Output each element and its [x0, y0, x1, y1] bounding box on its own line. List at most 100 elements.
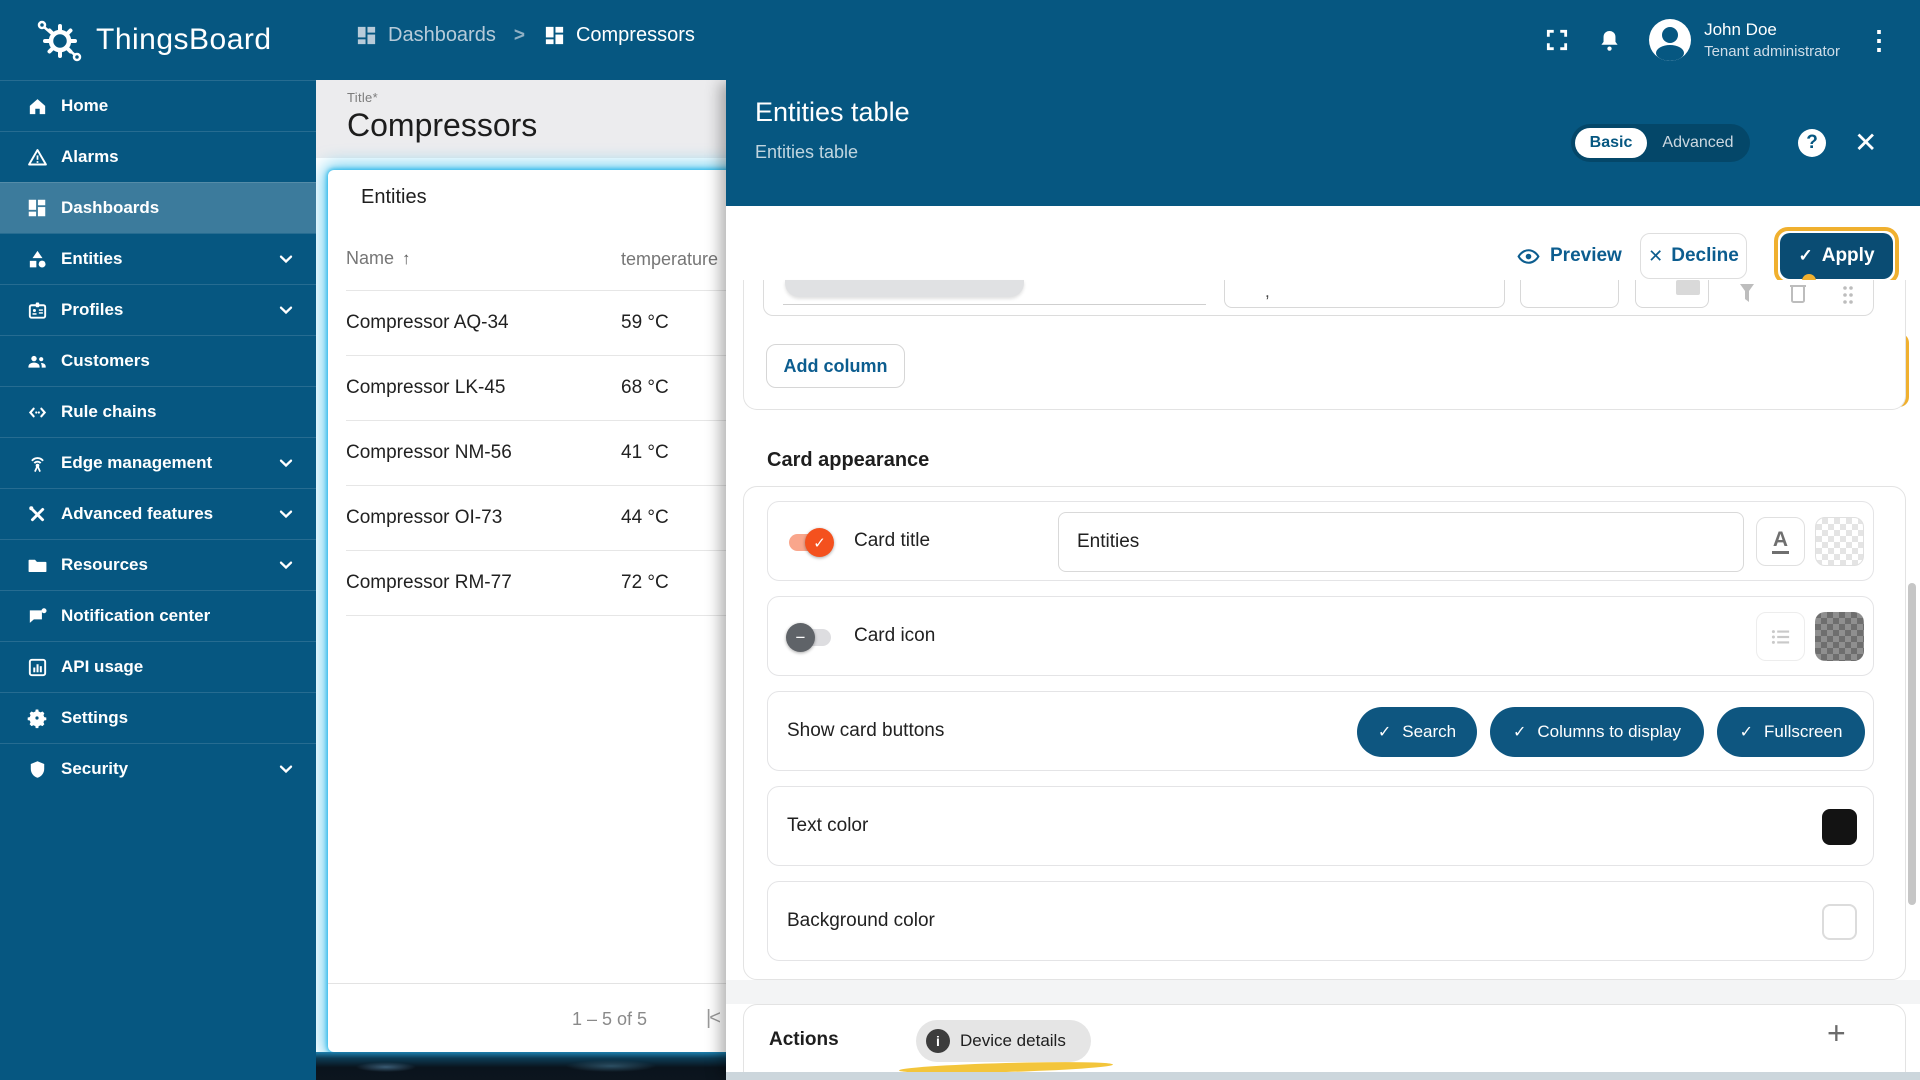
sidebar-item-rule-chains[interactable]: Rule chains — [0, 386, 316, 437]
kebab-menu-icon[interactable]: ⋮ — [1866, 27, 1892, 53]
chevron-down-icon — [279, 561, 293, 570]
top-bar: ThingsBoard Dashboards > Compressors Joh… — [0, 0, 1920, 80]
chip-fullscreen[interactable]: ✓ Fullscreen — [1717, 707, 1865, 757]
chevron-down-icon — [279, 510, 293, 519]
filter-icon[interactable] — [1736, 284, 1758, 310]
first-page-icon[interactable]: |< — [706, 1007, 721, 1030]
breadcrumb: Dashboards > Compressors — [355, 24, 695, 47]
table-row[interactable]: Compressor RM-77 72 °C — [328, 550, 726, 615]
close-icon[interactable]: ✕ — [1854, 126, 1877, 159]
apply-button[interactable]: ✓ Apply — [1780, 233, 1893, 279]
column-input-partial[interactable] — [1635, 280, 1709, 308]
delete-icon[interactable] — [1787, 284, 1809, 310]
minus-icon: − — [786, 623, 815, 652]
scrollbar-thumb[interactable] — [1908, 583, 1916, 905]
icon-color-button[interactable] — [1815, 612, 1864, 661]
sidebar-item-api-usage[interactable]: API usage — [0, 641, 316, 692]
settings-header: Entities table Entities table Basic Adva… — [726, 80, 1920, 206]
sidebar-item-alarms[interactable]: Alarms — [0, 131, 316, 182]
thingsboard-logo-icon — [37, 20, 82, 62]
table-pagination: 1 – 5 of 5 |< — [328, 983, 726, 1052]
title-color-button[interactable] — [1815, 517, 1864, 566]
settings-title: Entities table — [755, 97, 910, 127]
card-appearance-section: ✓ Card title A − Card icon Show card but… — [743, 486, 1906, 980]
settings-mode-toggle: Basic Advanced — [1571, 124, 1750, 162]
sidebar-item-entities[interactable]: Entities — [0, 233, 316, 284]
text-color-row: Text color — [767, 786, 1874, 866]
entities-table-widget[interactable]: Entities Name ↑ temperature Compressor AQ… — [328, 170, 726, 1052]
drag-handle-icon[interactable] — [1840, 284, 1856, 310]
mode-advanced-button[interactable]: Advanced — [1651, 128, 1745, 158]
home-icon — [25, 94, 49, 118]
font-settings-button[interactable]: A — [1756, 517, 1805, 566]
sidebar-item-settings[interactable]: Settings — [0, 692, 316, 743]
fullscreen-icon[interactable] — [1544, 27, 1570, 53]
device-details-chip[interactable]: i Device details — [916, 1020, 1091, 1062]
sidebar-item-resources[interactable]: Resources — [0, 539, 316, 590]
card-title-label: Card title — [854, 530, 931, 551]
help-icon[interactable]: ? — [1798, 129, 1826, 157]
list-icon — [1771, 629, 1789, 644]
text-color-swatch[interactable] — [1822, 809, 1857, 845]
antenna-icon — [25, 451, 49, 475]
check-icon: ✓ — [805, 528, 834, 557]
icon-picker-button[interactable] — [1756, 612, 1805, 661]
sidebar-item-customers[interactable]: Customers — [0, 335, 316, 386]
notifications-bell-icon[interactable] — [1596, 27, 1623, 54]
transparent-color-icon — [1815, 517, 1864, 566]
preview-button[interactable]: Preview — [1516, 233, 1622, 279]
app-logo[interactable]: ThingsBoard — [34, 14, 272, 66]
dashboards-icon — [25, 196, 49, 220]
info-icon: i — [926, 1029, 950, 1053]
table-row[interactable]: Compressor LK-45 68 °C — [328, 355, 726, 420]
decline-button[interactable]: ✕ Decline — [1640, 233, 1747, 279]
add-action-button[interactable]: + — [1827, 1015, 1846, 1052]
sidebar-item-edge-management[interactable]: Edge management — [0, 437, 316, 488]
chevron-down-icon — [279, 306, 293, 315]
card-icon-row: − Card icon — [767, 596, 1874, 676]
table-header-temperature[interactable]: temperature — [621, 249, 718, 270]
card-title-input[interactable] — [1058, 512, 1744, 572]
chart-box-icon — [25, 655, 49, 679]
show-card-buttons-label: Show card buttons — [787, 720, 945, 741]
check-icon: ✓ — [1377, 724, 1392, 741]
sidebar-item-profiles[interactable]: Profiles — [0, 284, 316, 335]
sidebar-item-dashboards[interactable]: Dashboards — [0, 182, 316, 233]
card-icon-label: Card icon — [854, 625, 936, 646]
column-input-partial[interactable]: , — [1224, 280, 1505, 308]
user-menu[interactable]: John Doe Tenant administrator — [1649, 19, 1840, 61]
topbar-actions: John Doe Tenant administrator ⋮ — [1544, 19, 1892, 61]
table-row[interactable]: Compressor OI-73 44 °C — [328, 485, 726, 550]
column-input-partial[interactable] — [1520, 280, 1619, 308]
breadcrumb-compressors[interactable]: Compressors — [576, 24, 695, 47]
breadcrumb-separator-icon: > — [513, 24, 525, 46]
card-title-toggle[interactable]: ✓ — [789, 528, 834, 557]
sidebar-item-advanced-features[interactable]: Advanced features — [0, 488, 316, 539]
table-row[interactable]: Compressor AQ-34 59 °C — [328, 290, 726, 355]
app-root: ThingsBoard Dashboards > Compressors Joh… — [0, 0, 1920, 1080]
dashboard-icon — [545, 26, 564, 45]
people-icon — [25, 349, 49, 373]
table-row[interactable]: Compressor NM-56 41 °C — [328, 420, 726, 485]
chip-search[interactable]: ✓ Search — [1357, 707, 1477, 757]
text-color-label: Text color — [787, 815, 869, 836]
dashboard-title-field[interactable]: Title* Compressors — [316, 80, 726, 158]
chevron-down-icon — [279, 765, 293, 774]
sidebar-item-home[interactable]: Home — [0, 80, 316, 131]
column-chip-partial — [785, 280, 1024, 297]
card-appearance-heading: Card appearance — [767, 449, 930, 471]
user-name: John Doe — [1704, 20, 1777, 39]
table-header-name[interactable]: Name ↑ — [346, 248, 411, 269]
add-column-button[interactable]: Add column — [766, 344, 905, 388]
card-icon-toggle[interactable]: − — [786, 623, 831, 652]
mode-basic-button[interactable]: Basic — [1575, 128, 1647, 158]
chip-columns-to-display[interactable]: ✓ Columns to display — [1490, 707, 1704, 757]
settings-subtitle: Entities table — [755, 142, 859, 162]
user-role: Tenant administrator — [1704, 43, 1840, 60]
app-name: ThingsBoard — [96, 23, 272, 56]
sidebar-item-notification-center[interactable]: Notification center — [0, 590, 316, 641]
breadcrumb-dashboards[interactable]: Dashboards — [388, 24, 496, 47]
background-color-swatch[interactable] — [1822, 904, 1857, 940]
sidebar-item-security[interactable]: Security — [0, 743, 316, 794]
background-color-row: Background color — [767, 881, 1874, 961]
